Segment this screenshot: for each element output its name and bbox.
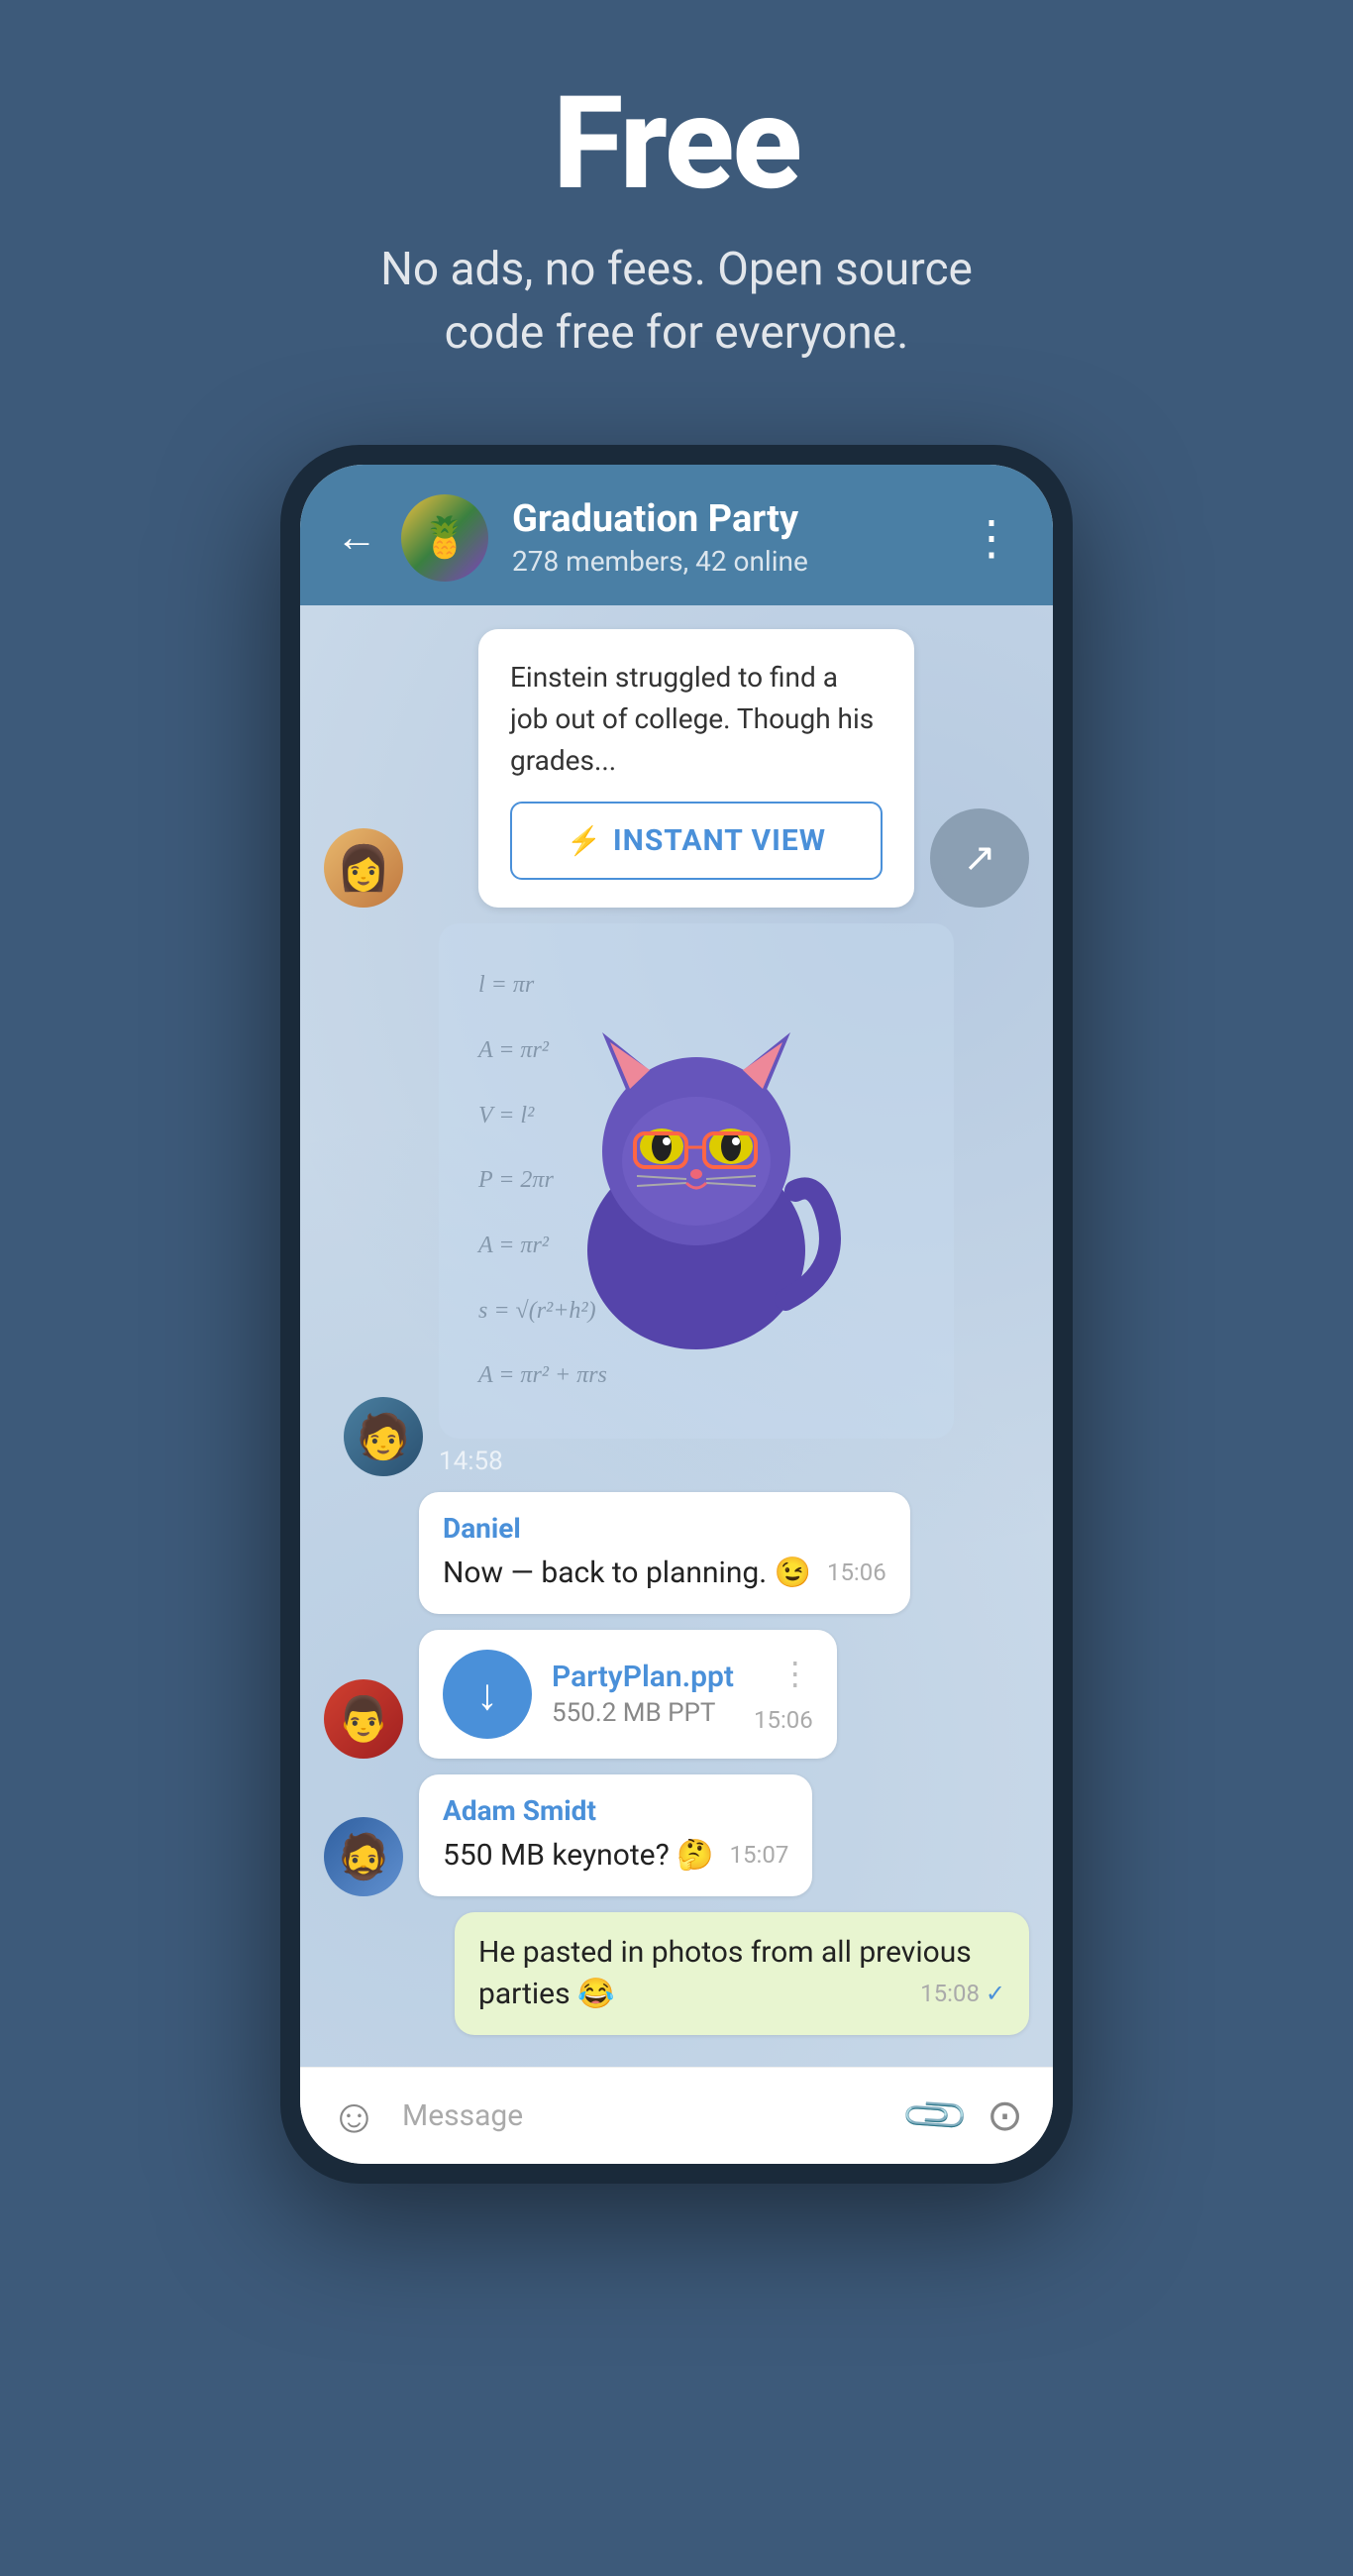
read-checkmark-icon: ✓ bbox=[986, 1980, 1005, 2007]
share-button[interactable]: ↗ bbox=[930, 808, 1029, 908]
cat-sticker-svg bbox=[548, 1013, 845, 1349]
phone-screen: ← 🍍 Graduation Party 278 members, 42 onl… bbox=[300, 465, 1053, 2164]
file-name: PartyPlan.ppt bbox=[552, 1660, 734, 1694]
back-button[interactable]: ← bbox=[336, 513, 377, 562]
chat-header: ← 🍍 Graduation Party 278 members, 42 onl… bbox=[300, 465, 1053, 605]
lightning-icon: ⚡ bbox=[567, 824, 601, 857]
user-avatar-guy2: 👨 bbox=[324, 1679, 403, 1759]
sticker-container: l = πr A = πr² V = l² P = 2πr A = πr² s … bbox=[439, 923, 954, 1476]
own-text: He pasted in photos from all previous pa… bbox=[478, 1932, 1005, 2015]
file-info: PartyPlan.ppt 550.2 MB PPT bbox=[552, 1660, 734, 1728]
attach-button[interactable]: 📎 bbox=[898, 2079, 974, 2154]
own-message-row: He pasted in photos from all previous pa… bbox=[324, 1912, 1029, 2035]
math-line-1: l = πr bbox=[478, 972, 914, 999]
user-avatar-guy1: 🧑 bbox=[344, 1397, 423, 1476]
instant-view-label: INSTANT VIEW bbox=[613, 823, 826, 858]
file-size: 550.2 MB PPT bbox=[552, 1698, 734, 1728]
camera-button[interactable]: ⊙ bbox=[987, 2090, 1023, 2141]
hero-section: Free No ads, no fees. Open source code f… bbox=[0, 0, 1353, 425]
daniel-sender: Daniel bbox=[443, 1512, 886, 1545]
daniel-bubble: Daniel Now — back to planning. 😉 15:06 bbox=[419, 1492, 910, 1614]
chat-name: Graduation Party bbox=[512, 497, 944, 541]
file-bubble: ↓ PartyPlan.ppt 550.2 MB PPT ⋮ 15:06 bbox=[419, 1630, 837, 1759]
file-download-icon[interactable]: ↓ bbox=[443, 1650, 532, 1739]
hero-title: Free bbox=[553, 79, 800, 208]
phone-mockup: ← 🍍 Graduation Party 278 members, 42 onl… bbox=[280, 445, 1073, 2184]
share-icon: ↗ bbox=[963, 834, 996, 881]
adam-message-row: 🧔 Adam Smidt 550 MB keynote? 🤔 15:07 bbox=[324, 1774, 1029, 1896]
file-more-button[interactable]: ⋮ bbox=[780, 1655, 813, 1692]
download-arrow-icon: ↓ bbox=[476, 1668, 498, 1720]
daniel-time: 15:06 bbox=[827, 1556, 886, 1590]
group-avatar: 🍍 bbox=[401, 494, 488, 582]
article-card: Einstein struggled to find a job out of … bbox=[478, 629, 914, 908]
sticker-background: l = πr A = πr² V = l² P = 2πr A = πr² s … bbox=[439, 923, 954, 1439]
instant-view-button[interactable]: ⚡ INSTANT VIEW bbox=[510, 802, 883, 880]
message-input[interactable]: Message bbox=[402, 2091, 885, 2141]
article-text: Einstein struggled to find a job out of … bbox=[510, 657, 883, 782]
daniel-text: Now — back to planning. 😉 15:06 bbox=[443, 1553, 886, 1594]
math-line-7: A = πr² + πrs bbox=[478, 1362, 914, 1389]
daniel-message-row: Daniel Now — back to planning. 😉 15:06 bbox=[324, 1492, 1029, 1614]
adam-bubble: Adam Smidt 550 MB keynote? 🤔 15:07 bbox=[419, 1774, 812, 1896]
sticker-message-row: 🧑 l = πr A = πr² V = l² P = 2πr A = πr² … bbox=[344, 923, 1029, 1476]
adam-sender: Adam Smidt bbox=[443, 1794, 788, 1827]
article-message-row: 👩 Einstein struggled to find a job out o… bbox=[324, 629, 1029, 908]
user-avatar-adam: 🧔 bbox=[324, 1817, 403, 1896]
adam-text: 550 MB keynote? 🤔 15:07 bbox=[443, 1835, 788, 1877]
user-avatar-girl: 👩 bbox=[324, 828, 403, 908]
own-bubble: He pasted in photos from all previous pa… bbox=[455, 1912, 1029, 2035]
adam-time: 15:07 bbox=[730, 1839, 789, 1873]
hero-subtitle: No ads, no fees. Open source code free f… bbox=[330, 238, 1023, 366]
chat-status: 278 members, 42 online bbox=[512, 545, 944, 578]
phone-outer-shell: ← 🍍 Graduation Party 278 members, 42 onl… bbox=[280, 445, 1073, 2184]
file-time: 15:06 bbox=[754, 1706, 813, 1734]
file-message-row: 👨 ↓ PartyPlan.ppt 550.2 MB PPT ⋮ 15:06 bbox=[324, 1630, 1029, 1759]
emoji-button[interactable]: ☺ bbox=[330, 2088, 378, 2144]
chat-body: 👩 Einstein struggled to find a job out o… bbox=[300, 605, 1053, 2067]
chat-input-bar: ☺ Message 📎 ⊙ bbox=[300, 2067, 1053, 2164]
chat-info: Graduation Party 278 members, 42 online bbox=[512, 497, 944, 578]
sticker-time: 14:58 bbox=[439, 1447, 894, 1476]
own-time: 15:08 ✓ bbox=[920, 1978, 1005, 2011]
more-button[interactable]: ⋮ bbox=[968, 509, 1017, 566]
